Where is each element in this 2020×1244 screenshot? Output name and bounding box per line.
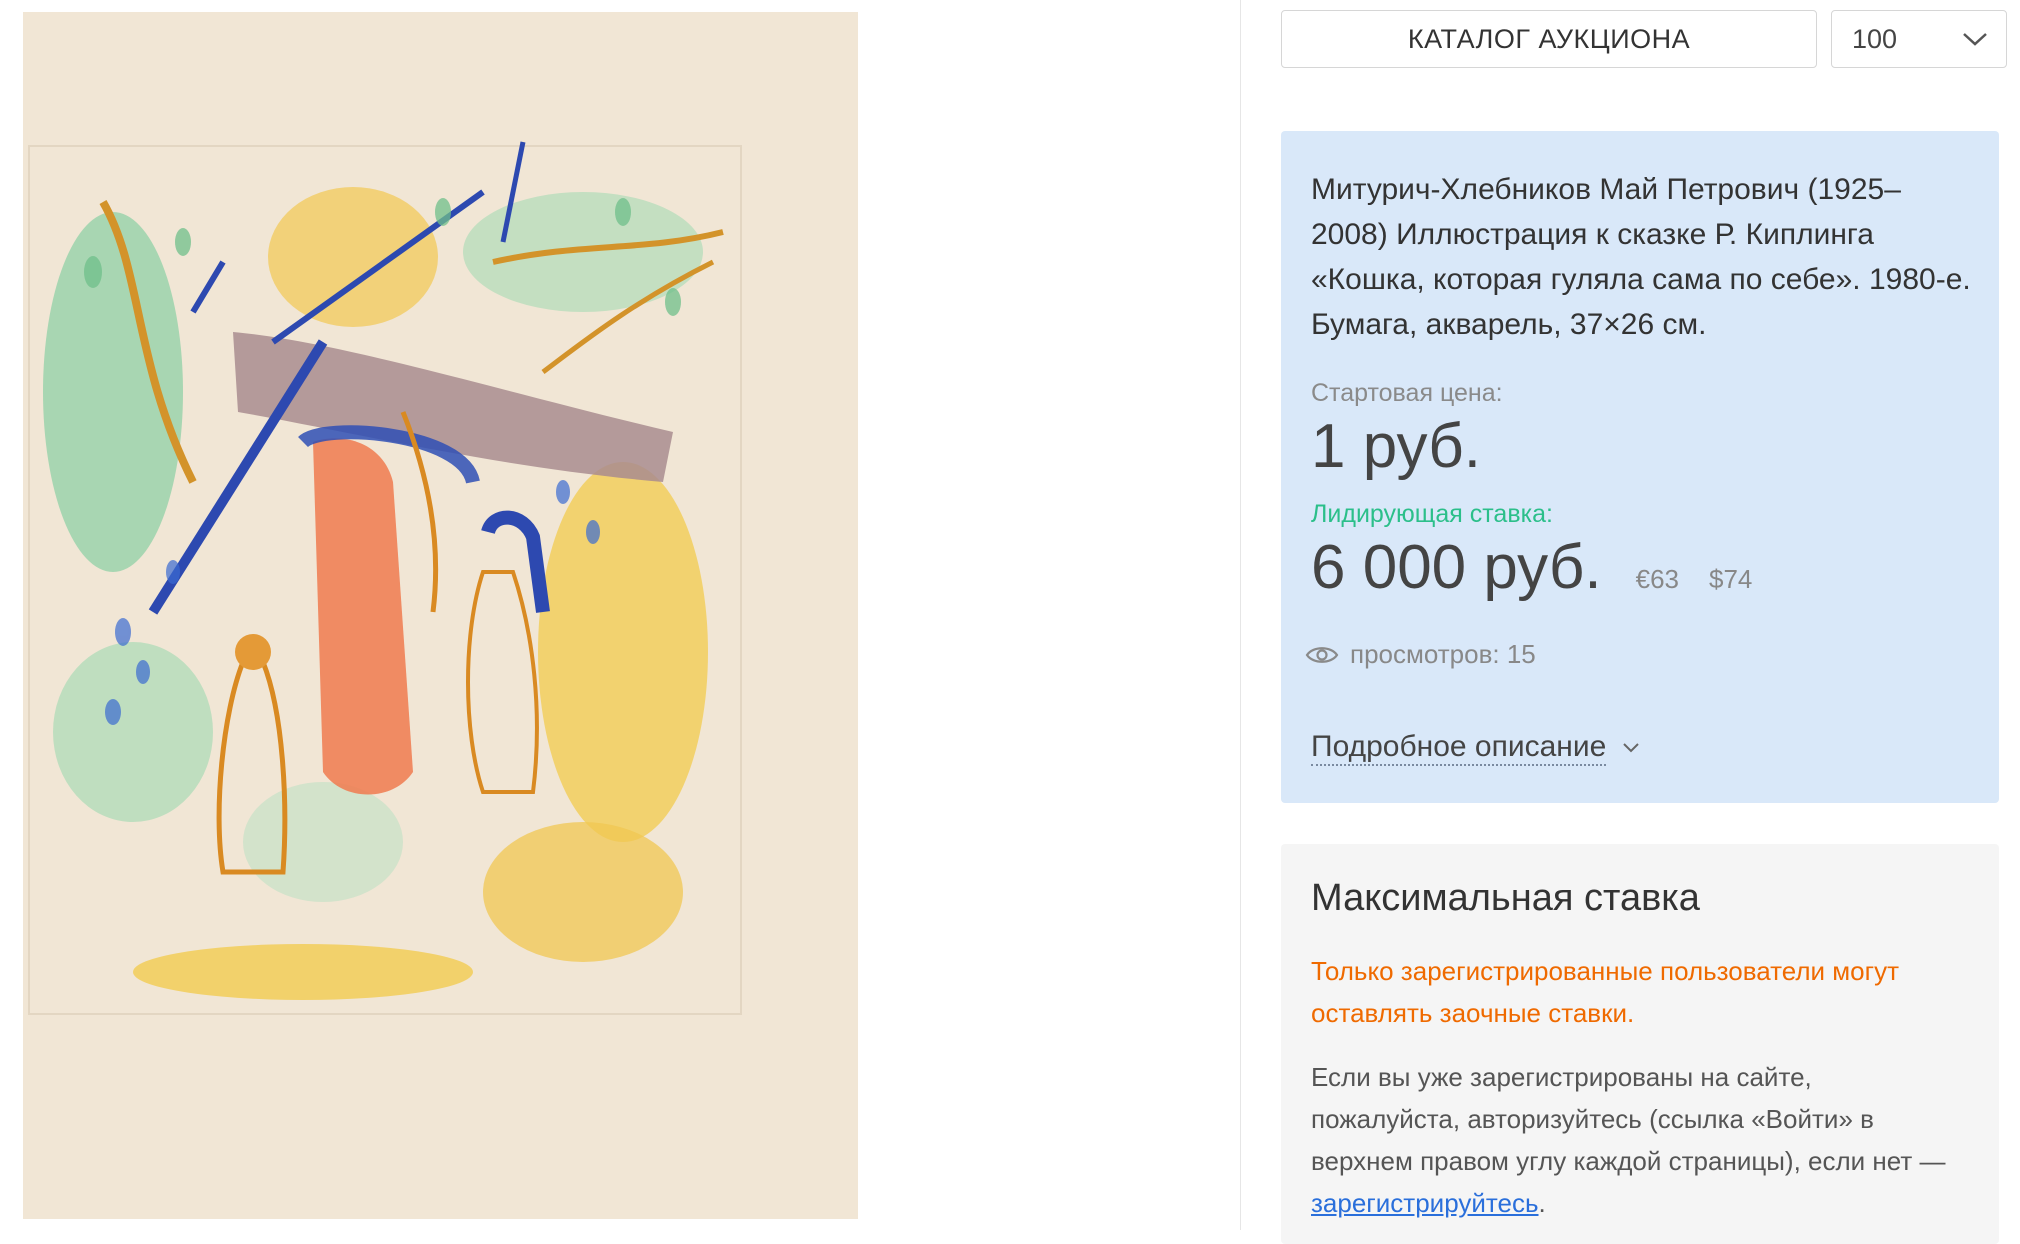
chevron-down-icon (1623, 743, 1640, 753)
lot-title: Митурич-Хлебников Май Петрович (1925–200… (1311, 173, 1971, 341)
watercolor-illustration (23, 12, 858, 1219)
max-bid-title: Максимальная ставка (1311, 877, 1700, 919)
detailed-description-label: Подробное описание (1311, 730, 1607, 766)
login-info: Если вы уже зарегистрированы на сайте, п… (1311, 1056, 1961, 1224)
lot-number-value: 100 (1852, 23, 1898, 54)
leading-bid-eur: €63 (1635, 564, 1679, 594)
auction-catalog-button[interactable]: КАТАЛОГ АУКЦИОНА (1281, 10, 1817, 68)
start-price-label: Стартовая цена: (1311, 379, 1503, 407)
start-price-value: 1 руб. (1311, 412, 1481, 481)
views-count: просмотров: 15 (1350, 639, 1536, 669)
lot-image[interactable] (23, 12, 858, 1219)
max-bid-card: Максимальная ставка Только зарегистриров… (1281, 844, 1999, 1244)
lot-number-select[interactable]: 100 (1831, 10, 2007, 68)
lot-sidebar: КАТАЛОГ АУКЦИОНА 100 Митурич-Хлебников М… (1281, 10, 2011, 1244)
views-counter: просмотров: 15 (1305, 639, 1969, 670)
catalog-toolbar: КАТАЛОГ АУКЦИОНА 100 (1281, 10, 2011, 72)
chevron-down-icon (1963, 33, 1987, 46)
eye-icon (1305, 646, 1339, 663)
column-divider (1240, 0, 1241, 1230)
register-link[interactable]: зарегистрируйтесь (1311, 1188, 1539, 1218)
login-info-text: Если вы уже зарегистрированы на сайте, п… (1311, 1062, 1946, 1176)
registration-warning: Только зарегистрированные пользователи м… (1311, 956, 1900, 1028)
leading-bid-row: 6 000 руб. €63 $74 (1311, 533, 1969, 603)
leading-bid-label: Лидирующая ставка: (1311, 500, 1553, 528)
login-info-suffix: . (1538, 1188, 1546, 1218)
detailed-description-toggle[interactable]: Подробное описание (1311, 730, 1640, 766)
leading-bid-usd: $74 (1709, 564, 1753, 594)
leading-bid-value: 6 000 руб. (1311, 533, 1602, 602)
lot-info-card: Митурич-Хлебников Май Петрович (1925–200… (1281, 131, 1999, 803)
